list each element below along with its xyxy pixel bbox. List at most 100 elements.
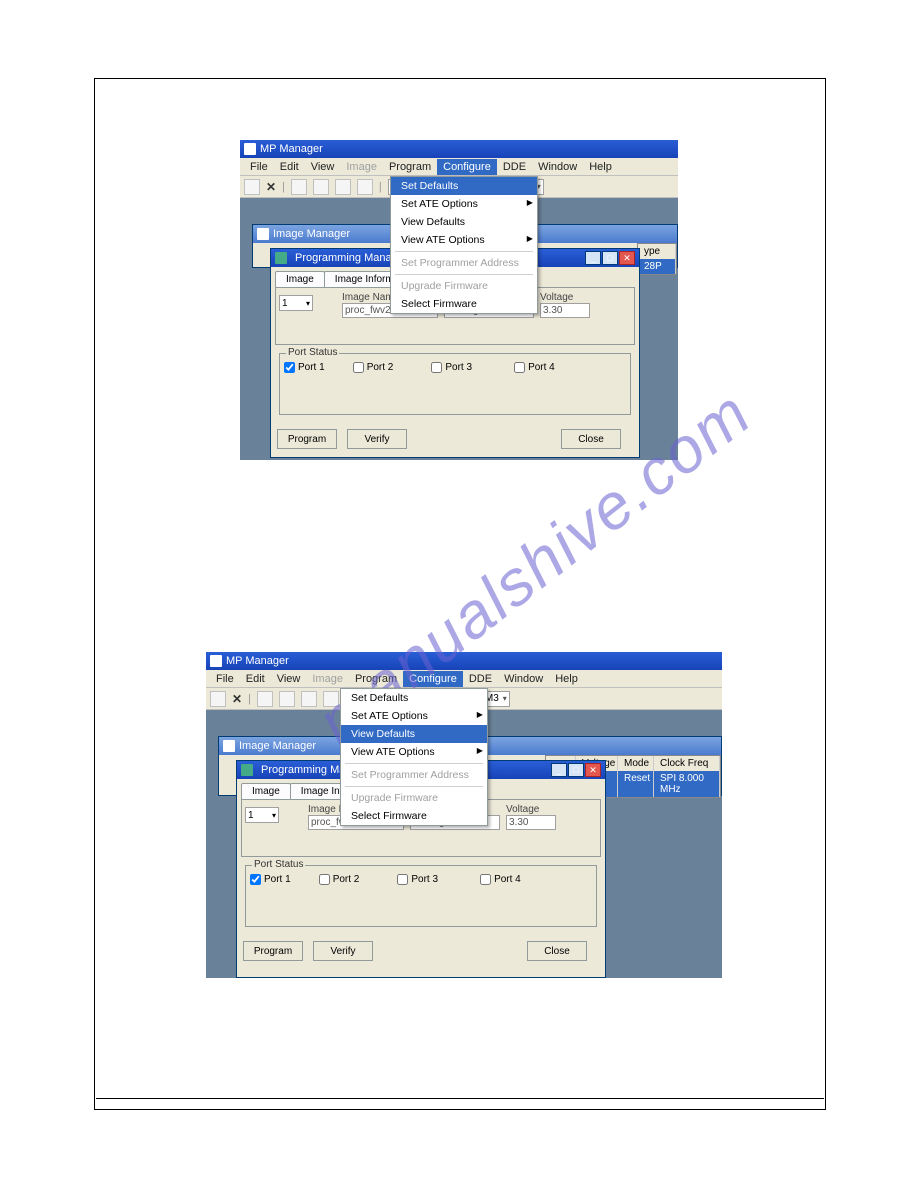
row-mode: Reset bbox=[618, 771, 654, 797]
submenu-arrow-icon: ▶ bbox=[527, 198, 533, 207]
menu-image[interactable]: Image bbox=[306, 673, 349, 685]
menu-help[interactable]: Help bbox=[583, 161, 618, 173]
verify-button[interactable]: Verify bbox=[313, 941, 373, 961]
tb-stop-icon[interactable] bbox=[323, 691, 339, 707]
menu-configure[interactable]: Configure bbox=[403, 671, 463, 687]
image-index-select[interactable]: 1 bbox=[279, 295, 313, 311]
screenshot-1: MP Manager File Edit View Image Program … bbox=[240, 140, 678, 460]
image-manager-title: Image Manager bbox=[239, 740, 316, 752]
image-manager-title: Image Manager bbox=[273, 228, 350, 240]
minimize-button[interactable]: _ bbox=[551, 763, 567, 777]
port1-label: Port 1 bbox=[298, 362, 325, 373]
mi-view-defaults[interactable]: View Defaults bbox=[391, 213, 537, 231]
configure-dropdown[interactable]: Set Defaults Set ATE Options▶ View Defau… bbox=[390, 176, 538, 314]
close-dialog-button[interactable]: Close bbox=[561, 429, 621, 449]
tb-copy-icon[interactable] bbox=[313, 179, 329, 195]
verify-button[interactable]: Verify bbox=[347, 429, 407, 449]
app-titlebar: MP Manager bbox=[240, 140, 678, 158]
screenshot-2: MP Manager File Edit View Image Program … bbox=[206, 652, 722, 978]
port3-checkbox[interactable] bbox=[397, 874, 408, 885]
tb-close-icon[interactable]: ✕ bbox=[266, 180, 276, 194]
minimize-button[interactable]: _ bbox=[585, 251, 601, 265]
port2-checkbox[interactable] bbox=[353, 362, 364, 373]
menu-separator bbox=[395, 251, 533, 252]
mi-view-defaults[interactable]: View Defaults bbox=[341, 725, 487, 743]
maximize-button[interactable]: □ bbox=[602, 251, 618, 265]
mi-set-defaults[interactable]: Set Defaults bbox=[391, 177, 537, 195]
image-manager-table: ype 28P bbox=[637, 243, 677, 275]
image-index-select[interactable]: 1 bbox=[245, 807, 279, 823]
menu-edit[interactable]: Edit bbox=[240, 673, 271, 685]
close-dialog-button[interactable]: Close bbox=[527, 941, 587, 961]
port3-checkbox[interactable] bbox=[431, 362, 442, 373]
col-mode: Mode bbox=[618, 756, 654, 771]
program-button[interactable]: Program bbox=[277, 429, 337, 449]
tab-image[interactable]: Image bbox=[275, 271, 325, 287]
mi-select-fw[interactable]: Select Firmware bbox=[391, 295, 537, 313]
tb-paste-icon[interactable] bbox=[335, 179, 351, 195]
row-clock: SPI 8.000 MHz bbox=[654, 771, 720, 797]
menu-view[interactable]: View bbox=[271, 673, 307, 685]
close-button[interactable]: ✕ bbox=[619, 251, 635, 265]
menu-file[interactable]: File bbox=[210, 673, 240, 685]
tb-cut-icon[interactable] bbox=[257, 691, 273, 707]
maximize-button[interactable]: □ bbox=[568, 763, 584, 777]
window-controls: _ □ ✕ bbox=[585, 251, 635, 265]
tb-stop-icon[interactable] bbox=[357, 179, 373, 195]
mi-view-ate[interactable]: View ATE Options▶ bbox=[341, 743, 487, 761]
port4-checkbox[interactable] bbox=[480, 874, 491, 885]
tb-close-icon[interactable]: ✕ bbox=[232, 692, 242, 706]
menu-file[interactable]: File bbox=[244, 161, 274, 173]
mi-set-ate[interactable]: Set ATE Options▶ bbox=[341, 707, 487, 725]
tb-divider: | bbox=[248, 693, 251, 705]
tb-new-icon[interactable] bbox=[210, 691, 226, 707]
menu-bar[interactable]: File Edit View Image Program Configure D… bbox=[240, 158, 678, 176]
tb-cut-icon[interactable] bbox=[291, 179, 307, 195]
hdr-voltage: Voltage bbox=[506, 804, 556, 815]
menu-separator bbox=[395, 274, 533, 275]
port2-label: Port 2 bbox=[367, 362, 394, 373]
close-button[interactable]: ✕ bbox=[585, 763, 601, 777]
tab-image[interactable]: Image bbox=[241, 783, 291, 799]
menu-edit[interactable]: Edit bbox=[274, 161, 305, 173]
port3-label: Port 3 bbox=[445, 362, 472, 373]
menu-view[interactable]: View bbox=[305, 161, 341, 173]
menu-bar[interactable]: File Edit View Image Program Configure D… bbox=[206, 670, 722, 688]
mi-set-defaults[interactable]: Set Defaults bbox=[341, 689, 487, 707]
mi-select-fw[interactable]: Select Firmware bbox=[341, 807, 487, 825]
menu-window[interactable]: Window bbox=[532, 161, 583, 173]
mi-set-ate[interactable]: Set ATE Options▶ bbox=[391, 195, 537, 213]
menu-image[interactable]: Image bbox=[340, 161, 383, 173]
menu-dde[interactable]: DDE bbox=[463, 673, 498, 685]
val-voltage: 3.30 bbox=[540, 303, 590, 318]
port-status-label: Port Status bbox=[286, 347, 339, 358]
program-button[interactable]: Program bbox=[243, 941, 303, 961]
tb-new-icon[interactable] bbox=[244, 179, 260, 195]
menu-configure[interactable]: Configure bbox=[437, 159, 497, 175]
tb-divider: | bbox=[282, 181, 285, 193]
tb-copy-icon[interactable] bbox=[279, 691, 295, 707]
mi-view-ate[interactable]: View ATE Options▶ bbox=[391, 231, 537, 249]
menu-program[interactable]: Program bbox=[383, 161, 437, 173]
menu-dde[interactable]: DDE bbox=[497, 161, 532, 173]
port1-checkbox[interactable] bbox=[250, 874, 261, 885]
menu-separator bbox=[345, 763, 483, 764]
submenu-arrow-icon: ▶ bbox=[477, 710, 483, 719]
app-icon bbox=[210, 655, 222, 667]
progmgr-icon bbox=[275, 252, 287, 264]
port1-checkbox[interactable] bbox=[284, 362, 295, 373]
doc-icon bbox=[257, 228, 269, 240]
menu-window[interactable]: Window bbox=[498, 673, 549, 685]
hdr-voltage: Voltage bbox=[540, 292, 590, 303]
port2-checkbox[interactable] bbox=[319, 874, 330, 885]
tb-paste-icon[interactable] bbox=[301, 691, 317, 707]
port4-checkbox[interactable] bbox=[514, 362, 525, 373]
port-status-label: Port Status bbox=[252, 859, 305, 870]
menu-program[interactable]: Program bbox=[349, 673, 403, 685]
configure-dropdown[interactable]: Set Defaults Set ATE Options▶ View Defau… bbox=[340, 688, 488, 826]
col-type: ype bbox=[638, 244, 676, 259]
submenu-arrow-icon: ▶ bbox=[527, 234, 533, 243]
menu-help[interactable]: Help bbox=[549, 673, 584, 685]
tb-divider2: | bbox=[379, 181, 382, 193]
col-clock: Clock Freq bbox=[654, 756, 720, 771]
